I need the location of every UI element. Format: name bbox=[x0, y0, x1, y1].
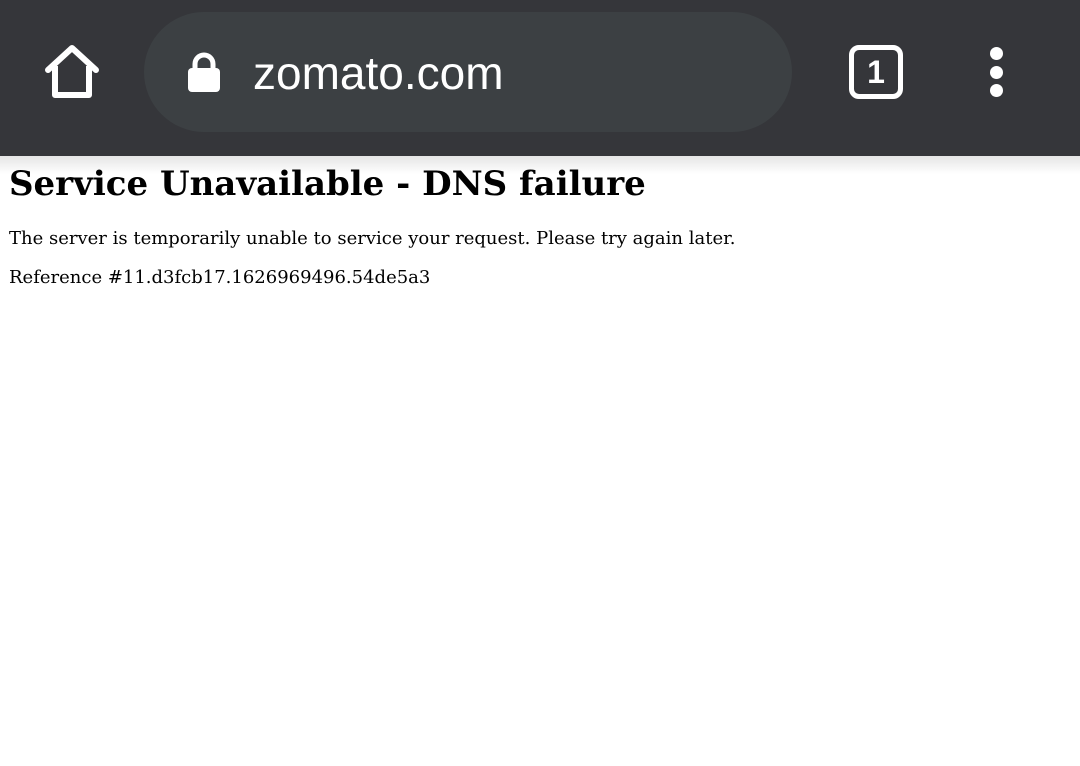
menu-dot bbox=[990, 47, 1003, 60]
page-title: Service Unavailable - DNS failure bbox=[9, 164, 646, 204]
error-message: The server is temporarily unable to serv… bbox=[9, 228, 736, 249]
home-button[interactable] bbox=[34, 34, 110, 110]
more-vert-icon[interactable] bbox=[976, 42, 1016, 102]
menu-dot bbox=[990, 66, 1003, 79]
lock-icon[interactable] bbox=[186, 50, 222, 94]
tab-count: 1 bbox=[867, 54, 885, 90]
error-page: Service Unavailable - DNS failure The se… bbox=[9, 160, 1069, 289]
menu-dot bbox=[990, 84, 1003, 97]
tab-switcher-button[interactable]: 1 bbox=[849, 45, 903, 99]
browser-toolbar: zomato.com 1 bbox=[0, 0, 1080, 156]
url-text[interactable]: zomato.com bbox=[253, 45, 504, 101]
home-icon bbox=[45, 45, 99, 98]
error-reference: Reference #11.d3fcb17.1626969496.54de5a3 bbox=[9, 267, 431, 288]
